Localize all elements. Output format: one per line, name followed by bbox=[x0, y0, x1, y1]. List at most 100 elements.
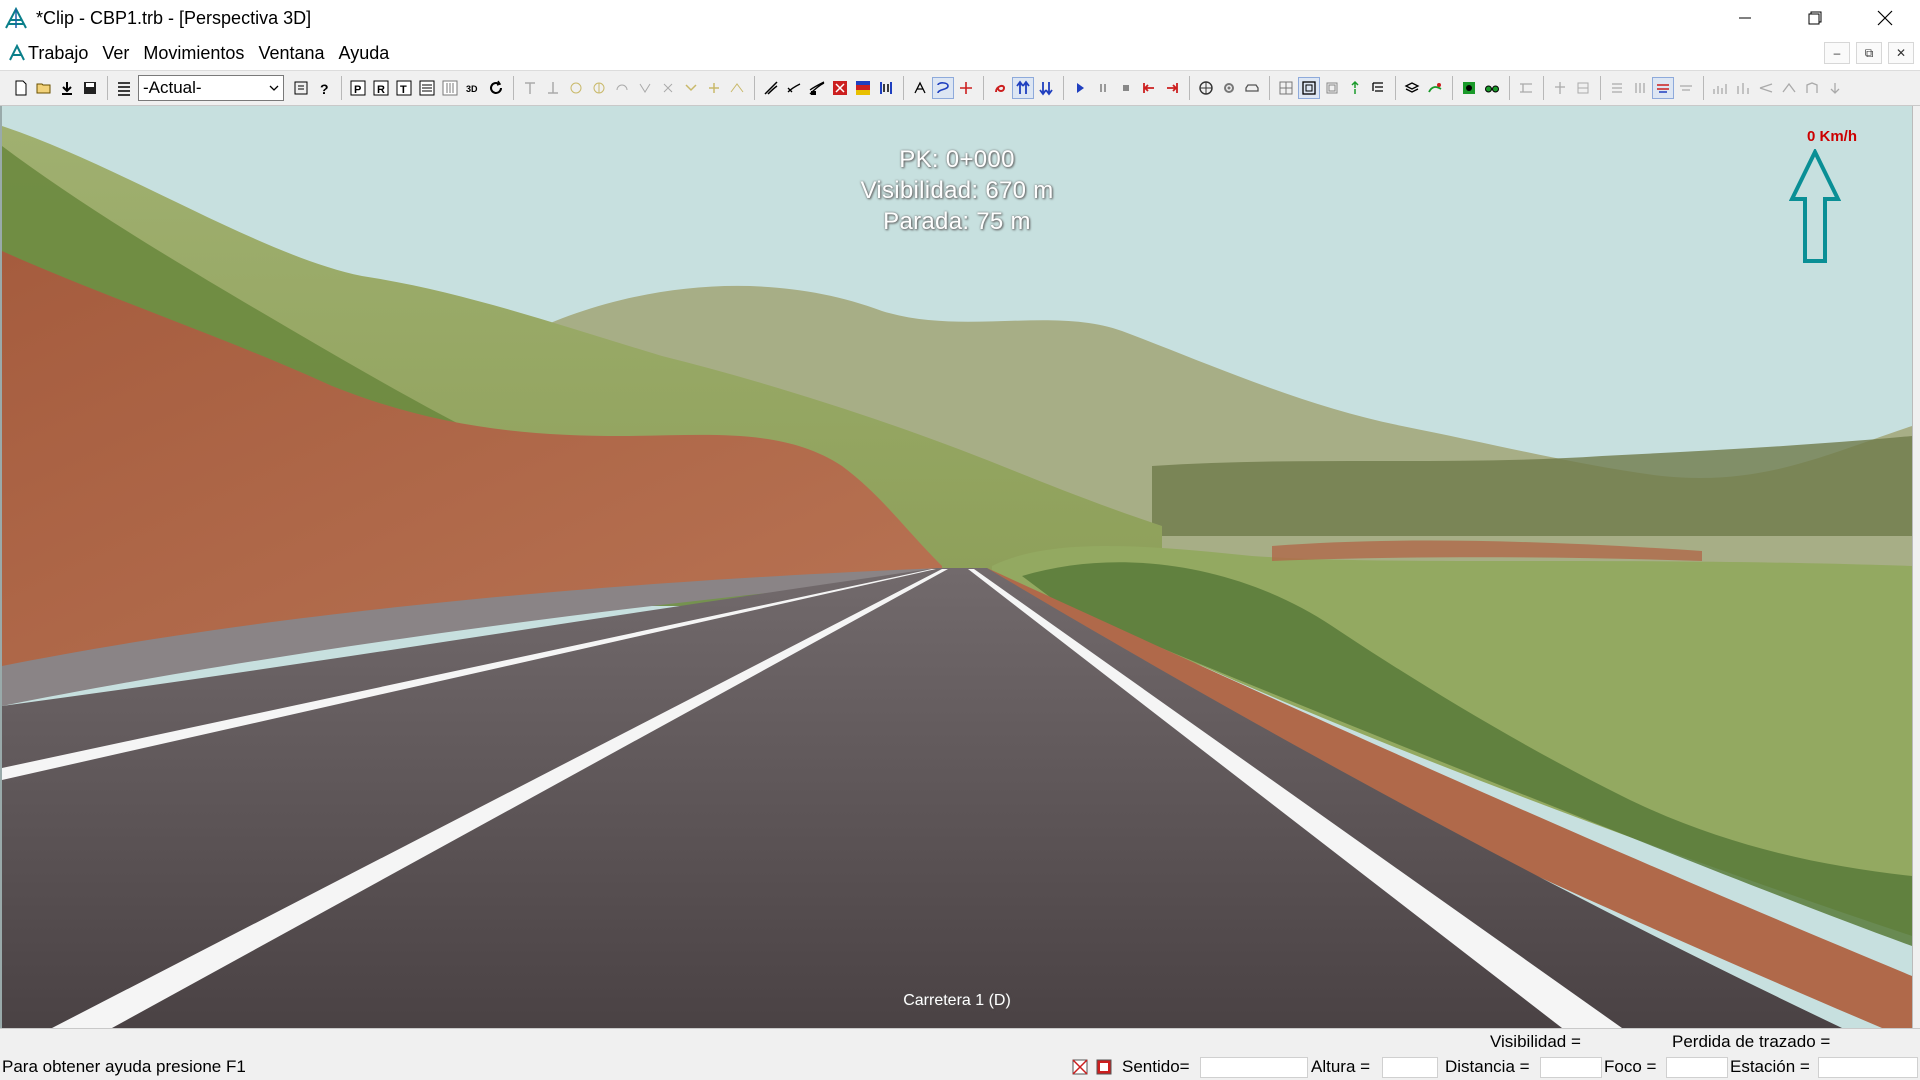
terrain-icon bbox=[809, 81, 825, 95]
tool-gray-10[interactable] bbox=[1778, 77, 1800, 99]
move-up-button[interactable] bbox=[1012, 77, 1034, 99]
menu-ayuda[interactable]: Ayuda bbox=[334, 43, 395, 64]
move-down-button[interactable] bbox=[1035, 77, 1057, 99]
plan-view-button[interactable]: P bbox=[347, 77, 369, 99]
list-button[interactable] bbox=[113, 77, 135, 99]
menu-trabajo[interactable]: Trabajo bbox=[26, 43, 93, 64]
tool-disabled-10[interactable] bbox=[726, 77, 748, 99]
station-label: Estación = bbox=[1730, 1057, 1810, 1076]
help-button[interactable]: ? bbox=[313, 77, 335, 99]
tool-gray-12[interactable] bbox=[1824, 77, 1846, 99]
viewport-right-edge bbox=[1912, 106, 1920, 1028]
barrier-button[interactable] bbox=[875, 77, 897, 99]
texture-button[interactable] bbox=[829, 77, 851, 99]
tool-gray-2[interactable] bbox=[1549, 77, 1571, 99]
close-button[interactable] bbox=[1850, 0, 1920, 36]
minimize-button[interactable] bbox=[1710, 0, 1780, 36]
car-button[interactable] bbox=[1241, 77, 1263, 99]
tool-disabled-9[interactable] bbox=[703, 77, 725, 99]
color-map-icon bbox=[856, 81, 870, 95]
color-map-button[interactable] bbox=[852, 77, 874, 99]
save-button[interactable] bbox=[79, 77, 101, 99]
download-button[interactable] bbox=[56, 77, 78, 99]
tree-button[interactable] bbox=[1367, 77, 1389, 99]
layers-icon bbox=[1326, 82, 1338, 94]
table-view-button[interactable] bbox=[416, 77, 438, 99]
pause-button[interactable] bbox=[1092, 77, 1114, 99]
tool-disabled-8[interactable] bbox=[680, 77, 702, 99]
road-lines-button[interactable] bbox=[760, 77, 782, 99]
restore-button[interactable] bbox=[1780, 0, 1850, 36]
section-view-button[interactable]: T bbox=[393, 77, 415, 99]
tool-gray-4[interactable] bbox=[1606, 77, 1628, 99]
tool-disabled-2[interactable] bbox=[542, 77, 564, 99]
tool-disabled-1[interactable] bbox=[519, 77, 541, 99]
go-start-button[interactable] bbox=[1138, 77, 1160, 99]
perspective-3d-viewport[interactable]: PK: 0+000 Visibilidad: 670 m Parada: 75 … bbox=[0, 106, 1912, 1028]
tool-gray-3[interactable] bbox=[1572, 77, 1594, 99]
mdi-minimize-button[interactable]: – bbox=[1824, 42, 1850, 64]
go-end-button[interactable] bbox=[1161, 77, 1183, 99]
compass-button[interactable] bbox=[909, 77, 931, 99]
profile-view-button[interactable]: R bbox=[370, 77, 392, 99]
terrain-button[interactable] bbox=[806, 77, 828, 99]
mdi-close-button[interactable]: ✕ bbox=[1888, 42, 1914, 64]
tool-gray-9[interactable] bbox=[1755, 77, 1777, 99]
view-select[interactable]: -Actual- bbox=[138, 75, 284, 101]
mdi-restore-button[interactable]: ⧉ bbox=[1856, 42, 1882, 64]
compass-icon bbox=[914, 81, 926, 94]
tool-disabled-5[interactable] bbox=[611, 77, 633, 99]
glasses-button[interactable] bbox=[1481, 77, 1503, 99]
mdi-document-icon bbox=[9, 44, 25, 61]
reverse-direction-button[interactable] bbox=[989, 77, 1011, 99]
tool-gray-6[interactable] bbox=[1675, 77, 1697, 99]
open-file-button[interactable] bbox=[33, 77, 55, 99]
glasses-icon bbox=[1485, 85, 1499, 93]
tool-gray-11[interactable] bbox=[1801, 77, 1823, 99]
toolbar-separator bbox=[1703, 76, 1704, 100]
layers-button[interactable] bbox=[1321, 77, 1343, 99]
new-file-button[interactable] bbox=[10, 77, 32, 99]
cross-tool-button[interactable] bbox=[955, 77, 977, 99]
globe-button[interactable] bbox=[1195, 77, 1217, 99]
tool-disabled-7[interactable] bbox=[657, 77, 679, 99]
frame-button[interactable] bbox=[1298, 77, 1320, 99]
grid-view-button[interactable] bbox=[439, 77, 461, 99]
tool-gray-5[interactable] bbox=[1629, 77, 1651, 99]
tool-icon bbox=[616, 84, 628, 91]
tool-icon bbox=[730, 83, 744, 93]
toolbar-separator bbox=[513, 76, 514, 100]
chevron-down-icon bbox=[269, 85, 279, 91]
sync-button[interactable] bbox=[1344, 77, 1366, 99]
refresh-button[interactable] bbox=[485, 77, 507, 99]
road-label: Carretera 1 (D) bbox=[903, 992, 1011, 1009]
layer-stack-button[interactable] bbox=[1401, 77, 1423, 99]
globe-icon bbox=[1199, 81, 1213, 95]
tool-disabled-4[interactable] bbox=[588, 77, 610, 99]
mesh-button[interactable] bbox=[1275, 77, 1297, 99]
minimize-icon bbox=[1739, 17, 1751, 19]
gear-button[interactable] bbox=[1218, 77, 1240, 99]
tool-highlight[interactable] bbox=[1652, 77, 1674, 99]
menu-ventana[interactable]: Ventana bbox=[253, 43, 329, 64]
tool-gray-1[interactable] bbox=[1515, 77, 1537, 99]
tool-disabled-3[interactable] bbox=[565, 77, 587, 99]
tool-icon bbox=[548, 82, 558, 94]
play-button[interactable] bbox=[1069, 77, 1091, 99]
road-edges-button[interactable] bbox=[783, 77, 805, 99]
menu-bar: Trabajo Ver Movimientos Ventana Ayuda – … bbox=[0, 36, 1920, 70]
tool-gray-8[interactable] bbox=[1732, 77, 1754, 99]
status-bar-upper: Visibilidad = Perdida de trazado = bbox=[0, 1028, 1920, 1054]
3d-view-button[interactable]: 3D bbox=[462, 77, 484, 99]
record-button[interactable] bbox=[1458, 77, 1480, 99]
menu-movimientos[interactable]: Movimientos bbox=[138, 43, 249, 64]
tool-disabled-6[interactable] bbox=[634, 77, 656, 99]
tool-gray-7[interactable] bbox=[1709, 77, 1731, 99]
stop-button[interactable] bbox=[1115, 77, 1137, 99]
camera-settings-button[interactable] bbox=[290, 77, 312, 99]
signal-button[interactable] bbox=[1424, 77, 1446, 99]
toolbar-separator bbox=[983, 76, 984, 100]
curve-button[interactable] bbox=[932, 77, 954, 99]
road-lines-icon bbox=[764, 81, 778, 95]
menu-ver[interactable]: Ver bbox=[97, 43, 134, 64]
